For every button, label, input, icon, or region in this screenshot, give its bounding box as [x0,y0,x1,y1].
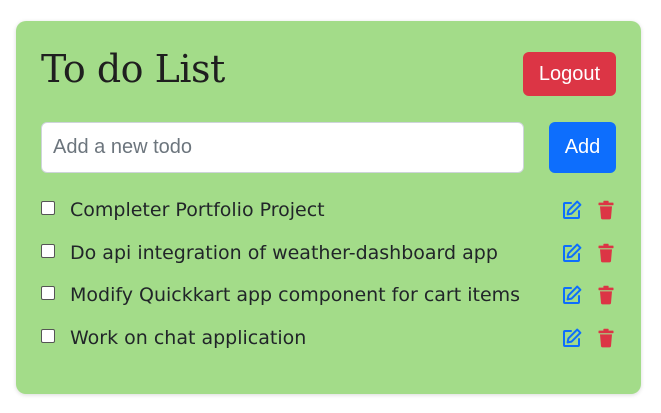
page-title: To do List [41,47,225,91]
todo-text: Work on chat application [70,326,307,349]
todo-actions [562,189,616,232]
trash-icon[interactable] [596,285,616,305]
edit-icon[interactable] [562,285,582,305]
edit-icon[interactable] [562,328,582,348]
todo-actions [562,232,616,275]
todo-item: Completer Portfolio Project [41,189,616,232]
edit-icon[interactable] [562,243,582,263]
edit-icon[interactable] [562,200,582,220]
todo-list: Completer Portfolio Project Do api integ… [41,189,616,359]
todo-checkbox[interactable] [41,201,55,216]
trash-icon[interactable] [596,243,616,263]
trash-icon[interactable] [596,328,616,348]
todo-checkbox[interactable] [41,328,55,343]
add-todo-button[interactable]: Add [549,122,616,173]
todo-checkbox[interactable] [41,243,55,258]
todo-item: Work on chat application [41,317,616,360]
todo-card: To do List Logout Add Completer Portfoli… [16,21,641,394]
todo-text: Do api integration of weather-dashboard … [70,241,498,264]
todo-actions [562,274,616,317]
todo-actions [562,317,616,360]
todo-item: Modify Quickkart app component for cart … [41,274,616,317]
todo-text: Modify Quickkart app component for cart … [70,284,521,307]
new-todo-input[interactable] [41,122,524,173]
trash-icon[interactable] [596,200,616,220]
todo-item: Do api integration of weather-dashboard … [41,232,616,275]
todo-checkbox[interactable] [41,286,55,301]
todo-text: Completer Portfolio Project [70,199,325,222]
logout-button[interactable]: Logout [523,52,616,96]
